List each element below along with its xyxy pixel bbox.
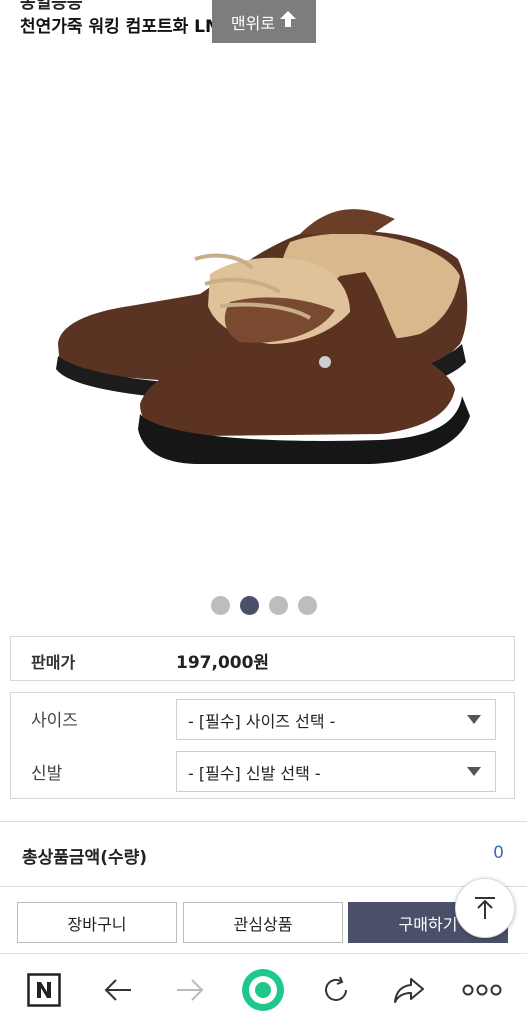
shoe-option-label: 신발 [31, 764, 63, 784]
forward-arrow-icon[interactable] [160, 954, 220, 1025]
gallery-dot-3[interactable] [268, 596, 288, 615]
shoe-select[interactable]: - [필수] 신발 선택 - [176, 751, 496, 792]
shoe-select-value: - [필수] 신발 선택 - [188, 763, 321, 783]
go-top-button[interactable]: 맨위로 [212, 0, 316, 43]
add-to-cart-button[interactable]: 장바구니 [17, 902, 177, 943]
price-value: 197,000원 [176, 653, 270, 673]
product-image[interactable] [0, 44, 527, 584]
scroll-up-icon [475, 897, 495, 919]
up-arrow-icon [279, 10, 297, 33]
size-select-value: - [필수] 사이즈 선택 - [188, 711, 336, 731]
divider [0, 886, 527, 887]
go-top-label: 맨위로 [230, 13, 276, 33]
gallery-pagination [0, 596, 527, 615]
more-icon[interactable] [452, 954, 512, 1025]
gallery-dot-2[interactable] [239, 596, 259, 615]
divider [0, 821, 527, 822]
total-label: 총상품금액(수량) [22, 848, 148, 868]
browser-toolbar [0, 953, 527, 1025]
share-icon[interactable] [379, 954, 439, 1025]
gallery-dot-4[interactable] [297, 596, 317, 615]
price-label: 판매가 [31, 653, 76, 672]
refresh-icon[interactable] [306, 954, 366, 1025]
wishlist-button[interactable]: 관심상품 [183, 902, 343, 943]
options-panel: 사이즈 - [필수] 사이즈 선택 - 신발 - [필수] 신발 선택 - [10, 692, 515, 799]
chevron-down-icon [467, 767, 481, 776]
gallery-dot-1[interactable] [210, 596, 230, 615]
scroll-to-top-button[interactable] [455, 878, 515, 938]
back-arrow-icon[interactable] [88, 954, 148, 1025]
price-row: 판매가 197,000원 [10, 636, 515, 681]
home-circle-icon[interactable] [233, 954, 293, 1025]
naver-n-icon[interactable] [14, 954, 74, 1025]
size-option-label: 사이즈 [31, 711, 78, 731]
chevron-down-icon [467, 715, 481, 724]
size-select[interactable]: - [필수] 사이즈 선택 - [176, 699, 496, 740]
total-value: 0 [493, 843, 504, 863]
